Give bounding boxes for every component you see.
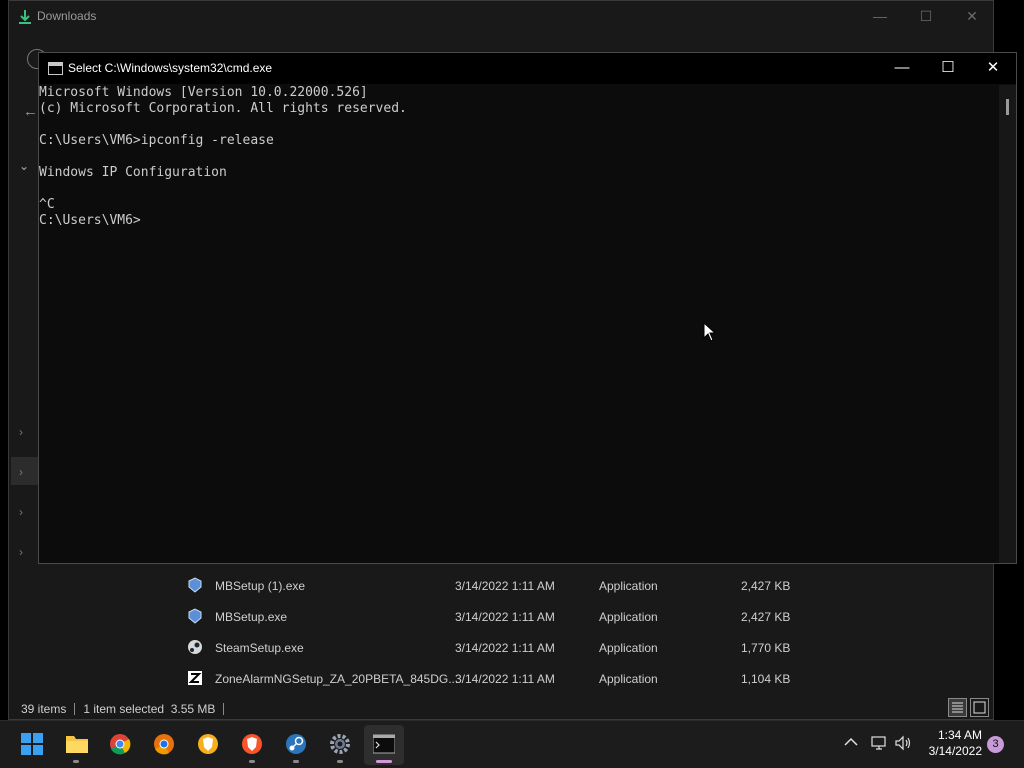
file-size: 2,427 KB — [741, 579, 791, 593]
taskbar-chrome[interactable] — [100, 725, 140, 765]
terminal-icon — [373, 734, 395, 754]
settings-icon — [330, 734, 350, 754]
file-row[interactable]: ZoneAlarmNGSetup_ZA_20PBETA_845DG... 3/1… — [185, 663, 805, 694]
file-type: Application — [599, 579, 658, 593]
active-indicator — [376, 760, 392, 763]
nav-expand-icon[interactable]: › — [19, 545, 23, 559]
running-indicator — [249, 760, 255, 763]
chrome-beta-icon — [154, 734, 174, 755]
cmd-scrollbar[interactable] — [999, 85, 1016, 563]
mbsetup-icon — [188, 608, 202, 624]
tray-overflow-chevron-icon[interactable] — [844, 735, 858, 750]
cmd-minimize-button[interactable]: — — [879, 53, 925, 84]
file-date: 3/14/2022 1:11 AM — [455, 610, 555, 624]
nav-expand-icon[interactable]: › — [19, 425, 23, 439]
explorer-minimize-button[interactable]: — — [857, 5, 903, 29]
zonealarm-icon — [188, 671, 202, 685]
running-indicator — [293, 760, 299, 763]
scrollbar-thumb[interactable] — [1006, 99, 1009, 115]
file-row[interactable]: MBSetup (1).exe 3/14/2022 1:11 AM Applic… — [185, 570, 805, 601]
file-name: SteamSetup.exe — [215, 641, 304, 655]
network-icon[interactable] — [871, 735, 889, 754]
running-indicator — [73, 760, 79, 763]
file-date: 3/14/2022 1:11 AM — [455, 579, 555, 593]
running-indicator — [337, 760, 343, 763]
brave-beta-icon — [242, 734, 262, 754]
status-bar: 39 items 1 item selected 3.55 MB — [21, 699, 232, 719]
start-button[interactable] — [12, 725, 52, 765]
selection-info: 1 item selected 3.55 MB — [83, 702, 216, 716]
file-type: Application — [599, 641, 658, 655]
nav-expand-icon[interactable]: › — [19, 465, 23, 479]
terminal-line: Microsoft Windows [Version 10.0.22000.52… — [39, 85, 368, 100]
desktop: Downloads — ☐ ✕ ← ⌄ › › › › MBSetup (1).… — [0, 0, 1024, 768]
taskbar-file-explorer[interactable] — [56, 725, 96, 765]
file-size: 1,104 KB — [741, 672, 791, 686]
explorer-close-button[interactable]: ✕ — [949, 5, 995, 29]
explorer-maximize-button[interactable]: ☐ — [903, 5, 949, 29]
clock[interactable]: 1:34 AM 3/14/2022 — [920, 727, 982, 759]
terminal-line: Windows IP Configuration — [39, 165, 227, 180]
taskbar-brave-beta[interactable] — [232, 725, 272, 765]
terminal-line: ^C — [39, 197, 55, 212]
file-row[interactable]: SteamSetup.exe 3/14/2022 1:11 AM Applica… — [185, 632, 805, 663]
start-icon — [21, 733, 43, 755]
status-divider — [223, 703, 225, 715]
cmd-title: Select C:\Windows\system32\cmd.exe — [68, 61, 273, 75]
tiles-view-button[interactable] — [970, 698, 989, 717]
file-name: MBSetup (1).exe — [215, 579, 306, 593]
file-type: Application — [599, 610, 658, 624]
clock-time: 1:34 AM — [937, 728, 982, 742]
cmd-close-button[interactable]: ✕ — [970, 53, 1016, 84]
cmd-titlebar[interactable]: Select C:\Windows\system32\cmd.exe — ☐ ✕ — [39, 53, 1016, 84]
file-size: 1,770 KB — [741, 641, 791, 655]
file-size: 2,427 KB — [741, 610, 791, 624]
terminal-line: C:\Users\VM6>ipconfig -release — [39, 133, 274, 148]
volume-icon[interactable] — [895, 735, 913, 754]
file-date: 3/14/2022 1:11 AM — [455, 641, 555, 655]
mbsetup-icon — [188, 577, 202, 593]
mouse-cursor-icon — [703, 322, 717, 342]
taskbar-steam[interactable] — [276, 725, 316, 765]
nav-selected-row[interactable] — [11, 457, 39, 485]
details-view-button[interactable] — [948, 698, 967, 717]
cmd-window[interactable]: Select C:\Windows\system32\cmd.exe — ☐ ✕… — [38, 52, 1017, 564]
file-date: 3/14/2022 1:11 AM — [455, 672, 555, 686]
taskbar-settings[interactable] — [320, 725, 360, 765]
chrome-icon — [110, 734, 131, 755]
file-name: ZoneAlarmNGSetup_ZA_20PBETA_845DG... — [215, 672, 459, 686]
tiles-view-icon — [973, 701, 986, 714]
download-icon — [19, 10, 31, 24]
terminal-output[interactable]: Microsoft Windows [Version 10.0.22000.52… — [39, 85, 999, 563]
back-arrow-icon[interactable]: ← — [23, 103, 38, 120]
status-divider — [74, 703, 76, 715]
taskbar: 1:34 AM 3/14/2022 3 — [0, 720, 1024, 768]
file-row[interactable]: MBSetup.exe 3/14/2022 1:11 AM Applicatio… — [185, 601, 805, 632]
nav-expand-icon[interactable]: › — [19, 505, 23, 519]
explorer-titlebar[interactable]: Downloads — ☐ ✕ — [9, 1, 993, 33]
steam-setup-icon — [188, 640, 202, 654]
cmd-icon — [48, 62, 63, 75]
notification-badge[interactable]: 3 — [987, 736, 1004, 753]
taskbar-chrome-beta[interactable] — [144, 725, 184, 765]
brave-icon — [198, 734, 218, 754]
item-count: 39 items — [21, 702, 67, 716]
details-view-icon — [952, 702, 963, 713]
file-type: Application — [599, 672, 658, 686]
taskbar-brave[interactable] — [188, 725, 228, 765]
terminal-line: (c) Microsoft Corporation. All rights re… — [39, 101, 407, 116]
taskbar-terminal[interactable] — [364, 725, 404, 765]
chevron-down-icon[interactable]: ⌄ — [19, 159, 29, 173]
explorer-title: Downloads — [37, 9, 97, 23]
file-name: MBSetup.exe — [215, 610, 288, 624]
clock-date: 3/14/2022 — [928, 744, 982, 758]
terminal-prompt[interactable]: C:\Users\VM6> — [39, 213, 141, 229]
cmd-maximize-button[interactable]: ☐ — [925, 53, 971, 84]
steam-icon — [286, 734, 306, 754]
file-explorer-icon — [66, 736, 88, 753]
